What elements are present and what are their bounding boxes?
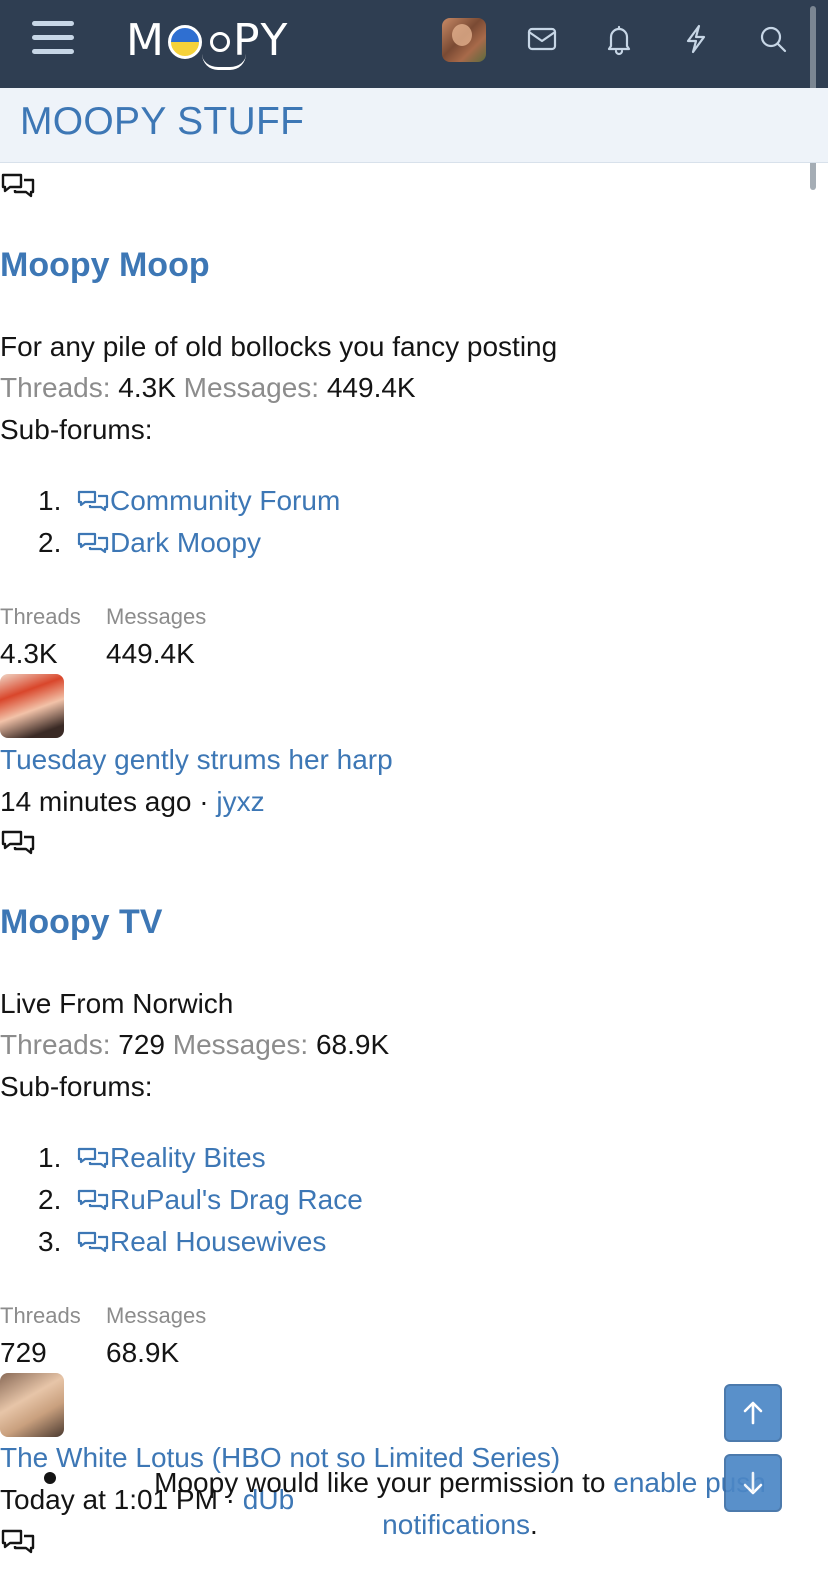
forum-description: For any pile of old bollocks you fancy p… xyxy=(0,331,558,362)
arrow-down-icon xyxy=(743,1471,763,1495)
bolt-icon[interactable] xyxy=(677,20,715,58)
mini-messages-label: Messages xyxy=(106,604,207,629)
push-notice-text: Moopy would like your permission to xyxy=(154,1467,614,1498)
site-logo[interactable]: M PY xyxy=(126,8,289,72)
menu-icon[interactable] xyxy=(32,18,76,58)
subforum-chat-icon xyxy=(76,487,110,512)
subforum-link-community-forum[interactable]: 1. Community Forum xyxy=(38,485,340,517)
subforum-chat-icon xyxy=(76,1186,110,1211)
push-notification-notice: Moopy would like your permission to enab… xyxy=(120,1462,800,1546)
notice-bullet xyxy=(44,1472,56,1484)
mini-threads-value: 729 xyxy=(0,1337,47,1368)
arrow-up-icon xyxy=(743,1401,763,1425)
forum-chat-icon xyxy=(0,829,36,855)
mini-threads-label: Threads xyxy=(0,604,81,629)
subforums-label: Sub-forums: xyxy=(0,414,153,445)
mini-messages-value: 68.9K xyxy=(106,1337,180,1368)
scroll-to-bottom-button[interactable] xyxy=(724,1454,782,1512)
subforums-label: Sub-forums: xyxy=(0,1071,153,1102)
latest-thread-link[interactable]: Tuesday gently strums her harp xyxy=(0,744,393,776)
list-number: 1. xyxy=(38,485,62,516)
forum-stats: Threads: 729 Messages: 68.9K xyxy=(0,1029,389,1061)
subforum-label[interactable]: Real Housewives xyxy=(110,1226,326,1257)
forum-chat-icon xyxy=(0,1528,36,1554)
subforum-link-dark-moopy[interactable]: 2. Dark Moopy xyxy=(38,527,261,559)
meta-separator: · xyxy=(191,786,217,817)
latest-poster-avatar[interactable] xyxy=(0,674,64,738)
bell-icon[interactable] xyxy=(600,20,638,58)
threads-count: 729 xyxy=(118,1029,165,1060)
threads-label: Threads: xyxy=(0,372,111,403)
latest-post-meta: 14 minutes ago · jyxz xyxy=(0,786,265,818)
mini-threads-label: Threads xyxy=(0,1303,81,1328)
subforum-label[interactable]: Reality Bites xyxy=(110,1142,266,1173)
push-notice-period: . xyxy=(530,1509,538,1540)
subforum-link-real-housewives[interactable]: 3. Real Housewives xyxy=(38,1226,326,1258)
forum-title-moopy-moop[interactable]: Moopy Moop xyxy=(0,246,210,285)
subforum-label[interactable]: Dark Moopy xyxy=(110,527,261,558)
list-number: 3. xyxy=(38,1226,62,1257)
scroll-to-top-button[interactable] xyxy=(724,1384,782,1442)
subforum-chat-icon xyxy=(76,1144,110,1169)
latest-poster-avatar[interactable] xyxy=(0,1373,64,1437)
top-navigation-bar: M PY xyxy=(0,0,828,88)
mini-messages-label: Messages xyxy=(106,1303,207,1328)
subforum-link-rupauls-drag-race[interactable]: 2. RuPaul's Drag Race xyxy=(38,1184,363,1216)
subforum-link-reality-bites[interactable]: 1. Reality Bites xyxy=(38,1142,266,1174)
forum-title-moopy-tv[interactable]: Moopy TV xyxy=(0,903,162,942)
search-icon[interactable] xyxy=(754,20,792,58)
messages-label: Messages: xyxy=(183,372,320,403)
inbox-icon[interactable] xyxy=(523,20,561,58)
mini-threads-value: 4.3K xyxy=(0,638,58,669)
forum-description: Live From Norwich xyxy=(0,988,234,1019)
latest-post-time[interactable]: 14 minutes ago xyxy=(0,786,191,817)
subforum-chat-icon xyxy=(76,529,110,554)
user-avatar[interactable] xyxy=(442,18,486,62)
threads-count: 4.3K xyxy=(118,372,176,403)
latest-post-user-link[interactable]: jyxz xyxy=(216,786,264,817)
subforum-label[interactable]: Community Forum xyxy=(110,485,340,516)
category-header: MOOPY STUFF xyxy=(0,88,828,163)
messages-count: 449.4K xyxy=(326,372,416,403)
threads-label: Threads: xyxy=(0,1029,111,1060)
list-number: 1. xyxy=(38,1142,62,1173)
forum-stats: Threads: 4.3K Messages: 449.4K xyxy=(0,372,416,404)
subforum-label[interactable]: RuPaul's Drag Race xyxy=(110,1184,363,1215)
page-title[interactable]: MOOPY STUFF xyxy=(20,100,304,144)
subforum-chat-icon xyxy=(76,1228,110,1253)
list-number: 2. xyxy=(38,527,62,558)
list-number: 2. xyxy=(38,1184,62,1215)
messages-label: Messages: xyxy=(172,1029,309,1060)
mini-messages-value: 449.4K xyxy=(106,638,195,669)
messages-count: 68.9K xyxy=(315,1029,390,1060)
forum-chat-icon xyxy=(0,172,36,198)
